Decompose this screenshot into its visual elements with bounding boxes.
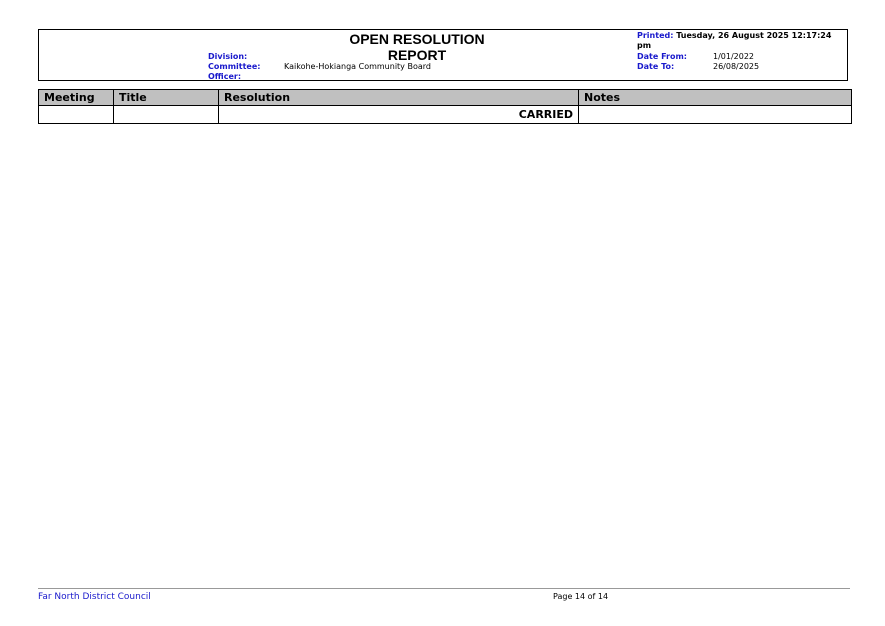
report-header: OPEN RESOLUTION REPORT Division: Committ… bbox=[38, 29, 848, 81]
date-to-value: 26/08/2025 bbox=[713, 62, 760, 71]
column-header-title: Title bbox=[113, 89, 219, 106]
printed-info: Printed: Tuesday, 26 August 2025 12:17:2… bbox=[637, 31, 833, 51]
column-header-meeting: Meeting bbox=[38, 89, 114, 106]
meeting-cell bbox=[38, 105, 114, 124]
date-from-value: 1/01/2022 bbox=[713, 52, 755, 61]
printed-label: Printed: bbox=[637, 31, 674, 40]
committee-label: Committee: bbox=[208, 62, 261, 71]
table-header-row: Meeting Title Resolution Notes bbox=[38, 89, 852, 106]
table-row: CARRIED bbox=[38, 105, 852, 124]
date-from-label: Date From: bbox=[637, 52, 688, 61]
notes-cell bbox=[578, 105, 852, 124]
resolution-table: Meeting Title Resolution Notes CARRIED bbox=[38, 89, 852, 124]
column-header-notes: Notes bbox=[578, 89, 852, 106]
footer-organisation: Far North District Council bbox=[38, 592, 151, 602]
column-header-resolution: Resolution bbox=[218, 89, 579, 106]
title-cell bbox=[113, 105, 219, 124]
footer-page-number: Page 14 of 14 bbox=[553, 592, 609, 601]
date-values: 1/01/2022 26/08/2025 bbox=[713, 52, 759, 72]
date-to-label: Date To: bbox=[637, 62, 675, 71]
date-labels: Date From: Date To: bbox=[637, 52, 687, 72]
officer-label: Officer: bbox=[208, 72, 242, 81]
report-meta-labels: Division: Committee: Officer: bbox=[208, 52, 260, 82]
footer-divider bbox=[38, 588, 850, 589]
report-title: OPEN RESOLUTION REPORT bbox=[349, 31, 485, 63]
committee-value: Kaikohe-Hokianga Community Board bbox=[284, 62, 431, 71]
resolution-cell: CARRIED bbox=[218, 105, 579, 124]
division-label: Division: bbox=[208, 52, 248, 61]
